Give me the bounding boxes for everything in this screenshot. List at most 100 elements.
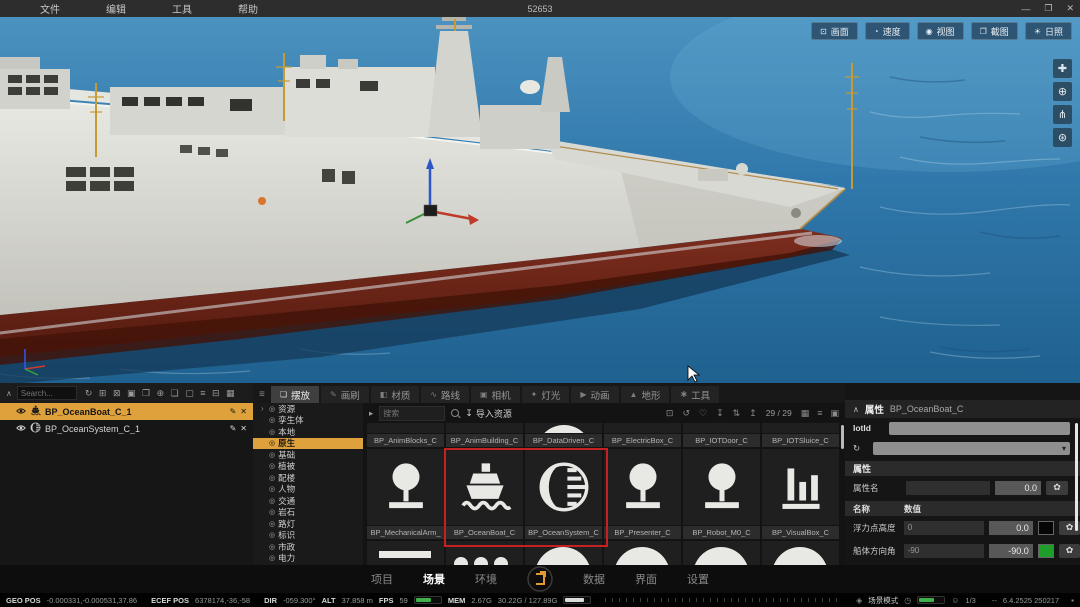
viewport-button-速度[interactable]: ◔速度 [865, 22, 910, 40]
property-input[interactable]: -90 [904, 544, 984, 558]
asset-card[interactable]: BP_DataDriven_C [525, 423, 602, 447]
edit-pencil-icon[interactable]: ✎ [230, 424, 237, 433]
asset-scrollbar[interactable] [841, 425, 844, 449]
download-icon[interactable]: ↧ [716, 408, 724, 419]
delete-icon[interactable]: ⊠ [113, 388, 121, 399]
list-view-icon[interactable]: ≡ [817, 408, 822, 419]
asset-card[interactable]: BP_Presenter_C [604, 449, 681, 539]
detail-view-icon[interactable]: ▣ [830, 408, 839, 419]
viewport-3d[interactable]: ⊡画面◔速度◉视图❐截图☀日照 ✚⊕⋔⊛ [0, 17, 1080, 383]
hamburger-icon[interactable]: ≡ [259, 389, 265, 400]
refresh-icon[interactable]: ↻ [85, 388, 93, 399]
category-电力[interactable]: ◎电力 [253, 553, 363, 565]
asset-thumb-partial[interactable] [604, 541, 681, 565]
tab-材质[interactable]: ◧材质 [371, 386, 420, 403]
palette-button[interactable]: ✿ [1046, 481, 1068, 495]
history-icon[interactable]: ↺ [682, 408, 690, 419]
asset-thumb-partial[interactable] [367, 541, 444, 565]
category-岩石[interactable]: ◎岩石 [253, 507, 363, 519]
square-icon[interactable]: ▢ [185, 388, 194, 399]
folder-icon[interactable]: ❐ [142, 388, 150, 399]
iotid-input[interactable] [889, 422, 1070, 435]
grid-icon[interactable]: ▦ [226, 388, 235, 399]
category-人物[interactable]: ◎人物 [253, 484, 363, 496]
attr-value-field[interactable]: 0.0 [995, 481, 1041, 495]
type-dropdown[interactable]: ▾ [873, 442, 1070, 455]
asset-card[interactable]: BP_IOTSluice_C [762, 423, 839, 447]
focus-icon[interactable]: ⊕ [157, 388, 165, 399]
side-button[interactable]: ⊛ [1053, 128, 1072, 147]
refresh-icon[interactable]: ↻ [853, 443, 867, 454]
sort-icon[interactable]: ⇅ [733, 408, 741, 419]
collapse-chevron-icon[interactable]: ∧ [853, 405, 859, 414]
outliner-row[interactable]: BP_OceanSystem_C_1✎✕ [0, 420, 253, 437]
asset-card[interactable]: BP_Robot_M0_C [683, 449, 760, 539]
asset-thumb-partial[interactable] [683, 541, 760, 565]
copy-icon[interactable]: ❏ [171, 388, 179, 399]
menu-item[interactable]: 工具 [172, 1, 192, 16]
nav-tab-场景[interactable]: 场景 [423, 571, 445, 587]
menu-item[interactable]: 文件 [40, 1, 60, 16]
viewport-button-日照[interactable]: ☀日照 [1025, 22, 1072, 40]
category-资源[interactable]: ›◎资源 [253, 403, 363, 415]
category-配楼[interactable]: ◎配楼 [253, 472, 363, 484]
box-icon[interactable]: ⊡ [666, 408, 674, 419]
visibility-eye-icon[interactable] [16, 424, 26, 434]
menu-item[interactable]: 编辑 [106, 1, 126, 16]
collapse-icon[interactable]: ⊟ [212, 388, 220, 399]
color-swatch[interactable] [1038, 521, 1054, 535]
viewport-button-视图[interactable]: ◉视图 [917, 22, 964, 40]
category-基础[interactable]: ◎基础 [253, 449, 363, 461]
tab-动画[interactable]: ▶动画 [571, 386, 618, 403]
category-植被[interactable]: ◎植被 [253, 461, 363, 473]
asset-card[interactable]: BP_VisualBox_C [762, 449, 839, 539]
tab-路线[interactable]: ∿路线 [421, 386, 469, 403]
viewport-button-截图[interactable]: ❐截图 [971, 22, 1018, 40]
app-logo[interactable] [527, 566, 553, 592]
remove-icon[interactable]: ✕ [240, 424, 247, 433]
tab-工具[interactable]: ✱工具 [671, 386, 719, 403]
upload-icon[interactable]: ↥ [749, 408, 757, 419]
palette-button[interactable]: ✿ [1059, 544, 1080, 558]
tab-相机[interactable]: ▣相机 [471, 386, 520, 403]
asset-card[interactable]: BP_AnimBlocks_C [367, 423, 444, 447]
property-value-field[interactable]: -90.0 [989, 544, 1033, 558]
edit-pencil-icon[interactable]: ✎ [230, 407, 237, 416]
asset-card[interactable]: BP_MechanicalArm_ [367, 449, 444, 539]
minimize-button[interactable]: — [1021, 4, 1030, 14]
grid-view-icon[interactable]: ▦ [801, 408, 810, 419]
asset-card-selected[interactable]: BP_OceanBoat_C [446, 449, 523, 539]
asset-thumb-partial[interactable] [446, 541, 523, 565]
tab-地形[interactable]: ▲地形 [621, 386, 670, 403]
side-button[interactable]: ✚ [1053, 59, 1072, 78]
restore-button[interactable]: ❐ [1044, 3, 1052, 14]
category-孪生体[interactable]: ◎孪生体 [253, 415, 363, 427]
attr-name-input[interactable] [906, 481, 990, 495]
category-路灯[interactable]: ◎路灯 [253, 518, 363, 530]
category-交通[interactable]: ◎交通 [253, 495, 363, 507]
asset-thumb-partial[interactable] [525, 541, 602, 565]
properties-scrollbar[interactable] [1075, 423, 1078, 531]
nav-tab-项目[interactable]: 项目 [371, 571, 393, 587]
property-input[interactable]: 0 [904, 521, 984, 535]
remove-icon[interactable]: ✕ [240, 407, 247, 416]
frame-icon[interactable]: ⊞ [99, 388, 107, 399]
tab-画刷[interactable]: ✎画刷 [321, 386, 369, 403]
list-icon[interactable]: ≡ [200, 388, 205, 399]
nav-tab-设置[interactable]: 设置 [687, 571, 709, 587]
asset-search-input[interactable] [379, 406, 445, 421]
color-swatch[interactable] [1038, 544, 1054, 558]
nav-tab-界面[interactable]: 界面 [635, 571, 657, 587]
side-button[interactable]: ⊕ [1053, 82, 1072, 101]
category-标识[interactable]: ◎标识 [253, 530, 363, 542]
category-本地[interactable]: ◎本地 [253, 426, 363, 438]
tab-灯光[interactable]: ✦灯光 [522, 386, 570, 403]
nav-tab-数据[interactable]: 数据 [583, 571, 605, 587]
outliner-row[interactable]: BP_OceanBoat_C_1✎✕ [0, 403, 253, 420]
close-button[interactable]: ✕ [1066, 3, 1074, 14]
collapse-chevron-icon[interactable]: ∧ [6, 389, 12, 398]
category-原生[interactable]: ◎原生 [253, 438, 363, 450]
asset-thumb-partial[interactable] [762, 541, 839, 565]
favorite-icon[interactable]: ♡ [699, 408, 707, 419]
viewport-button-画面[interactable]: ⊡画面 [811, 22, 858, 40]
